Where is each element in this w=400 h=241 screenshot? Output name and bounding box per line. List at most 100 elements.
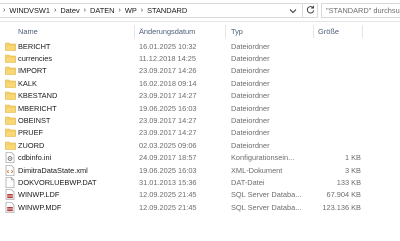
file-name: MBERICHT (18, 103, 57, 113)
file-date: 24.09.2017 18:57 (139, 153, 197, 163)
column-divider[interactable] (362, 25, 363, 38)
file-row[interactable]: WINWP.LDF 12.09.2025 21:45 SQL Server Data… (0, 189, 400, 201)
folder-icon (4, 139, 16, 151)
column-header-date[interactable]: Änderungsdatum (139, 23, 195, 40)
file-date: 11.12.2018 14:25 (139, 54, 196, 64)
file-name: PRUEF (18, 128, 44, 138)
breadcrumb-item-standard[interactable]: STANDARD (147, 6, 187, 15)
file-date: 23.09.2017 14:27 (139, 128, 197, 138)
file-icon (4, 176, 16, 188)
file-name: WINWP.LDF (18, 190, 60, 200)
file-row[interactable]: MBERICHT 19.06.2025 16:03 Dateiordner (0, 102, 400, 114)
file-size (305, 40, 361, 52)
file-name: DOKVORLUEBWP.DAT (18, 177, 97, 187)
file-date: 23.09.2017 14:27 (139, 116, 197, 126)
file-size (305, 127, 361, 139)
column-divider[interactable] (134, 25, 135, 38)
file-date: 19.06.2025 16:03 (139, 165, 197, 175)
file-size: 123.136 KB (322, 202, 361, 212)
file-date: 19.06.2025 16:03 (139, 103, 197, 113)
file-type: Dateiordner (231, 91, 270, 101)
file-row[interactable]: OBEINST 23.09.2017 14:27 Dateiordner (0, 114, 400, 126)
column-header-type[interactable]: Typ (231, 23, 243, 40)
breadcrumb[interactable]: › WINDVSW1 › Datev › DATEN › WP › STANDA… (0, 3, 310, 18)
file-size (305, 114, 361, 126)
column-header-name[interactable]: Name (18, 23, 38, 40)
file-row[interactable]: PRUEF 23.09.2017 14:27 Dateiordner (0, 127, 400, 139)
file-type: XML-Dokument (231, 165, 283, 175)
column-header-size[interactable]: Größe (318, 23, 339, 40)
file-type: Dateiordner (231, 128, 270, 138)
file-name: IMPORT (18, 66, 47, 76)
column-divider[interactable] (313, 25, 314, 38)
file-type: SQL Server Databa... (231, 202, 302, 212)
file-row[interactable]: BERICHT 16.01.2025 10:32 Dateiordner (0, 40, 400, 52)
file-list: BERICHT 16.01.2025 10:32 Dateiordner curren… (0, 40, 400, 213)
file-name: KALK (18, 78, 37, 88)
file-date: 02.03.2025 09:06 (139, 140, 197, 150)
xml-file-icon (4, 164, 16, 176)
database-file-icon (4, 201, 16, 213)
file-type: DAT-Datei (231, 177, 265, 187)
file-size (305, 90, 361, 102)
chevron-right-icon[interactable]: › (137, 7, 147, 14)
database-file-icon (4, 189, 16, 201)
file-name: cdbinfo.ini (18, 153, 52, 163)
file-name: currencies (18, 54, 53, 64)
folder-icon (4, 52, 16, 64)
file-row[interactable]: KALK 16.02.2018 09:14 Dateiordner (0, 77, 400, 89)
file-size: 1 KB (344, 153, 361, 163)
breadcrumb-item-datev[interactable]: Datev (60, 6, 79, 15)
search-placeholder: "STANDARD" durchsu (326, 6, 400, 15)
chevron-right-icon[interactable]: › (50, 7, 60, 14)
file-type: Dateiordner (231, 116, 270, 126)
file-size: 133 KB (336, 177, 361, 187)
chevron-right-icon: › (3, 7, 6, 14)
search-input[interactable]: "STANDARD" durchsu (321, 3, 400, 18)
chevron-right-icon[interactable]: › (80, 7, 90, 14)
file-date: 16.01.2025 10:32 (139, 41, 197, 51)
file-name: DimitraDataState.xml (18, 165, 88, 175)
chevron-right-icon[interactable]: › (115, 7, 125, 14)
file-date: 23.09.2017 14:26 (139, 66, 197, 76)
file-row[interactable]: KBESTAND 23.09.2017 14:27 Dateiordner (0, 90, 400, 102)
file-date: 16.02.2018 09:14 (139, 78, 197, 88)
file-row[interactable]: IMPORT 23.09.2017 14:26 Dateiordner (0, 65, 400, 77)
address-bar: › WINDVSW1 › Datev › DATEN › WP › STANDA… (0, 0, 400, 22)
file-type: SQL Server Databa... (231, 190, 302, 200)
column-divider[interactable] (225, 25, 226, 38)
file-type: Dateiordner (231, 140, 270, 150)
breadcrumb-item-daten[interactable]: DATEN (90, 6, 115, 15)
folder-icon (4, 114, 16, 126)
settings-file-icon (4, 152, 16, 164)
file-row[interactable]: DOKVORLUEBWP.DAT 31.01.2013 15:36 DAT-Date… (0, 176, 400, 188)
folder-icon (4, 40, 16, 52)
file-type: Dateiordner (231, 103, 270, 113)
folder-icon (4, 127, 16, 139)
file-name: KBESTAND (18, 91, 58, 101)
file-row[interactable]: DimitraDataState.xml 19.06.2025 16:03 XML-… (0, 164, 400, 176)
file-date: 31.01.2013 15:36 (139, 177, 197, 187)
file-name: WINWP.MDF (18, 202, 62, 212)
file-size: 67.904 KB (326, 190, 361, 200)
file-row[interactable]: WINWP.MDF 12.09.2025 21:45 SQL Server Data… (0, 201, 400, 213)
breadcrumb-item-windvsw1[interactable]: WINDVSW1 (9, 6, 50, 15)
file-row[interactable]: cdbinfo.ini 24.09.2017 18:57 Konfiguration… (0, 152, 400, 164)
file-row[interactable]: ZUORD 02.03.2025 09:06 Dateiordner (0, 139, 400, 151)
file-type: Dateiordner (231, 66, 270, 76)
file-size (305, 65, 361, 77)
file-type: Konfigurationsein... (231, 153, 295, 163)
chevron-down-icon[interactable] (289, 8, 299, 14)
folder-icon (4, 90, 16, 102)
file-type: Dateiordner (231, 78, 270, 88)
file-size: 3 KB (344, 165, 361, 175)
folder-icon (4, 77, 16, 89)
breadcrumb-item-wp[interactable]: WP (125, 6, 137, 15)
folder-icon (4, 102, 16, 114)
file-date: 23.09.2017 14:27 (139, 91, 197, 101)
file-name: ZUORD (18, 140, 45, 150)
refresh-button[interactable] (302, 3, 318, 18)
file-row[interactable]: currencies 11.12.2018 14:25 Dateiordner (0, 52, 400, 64)
file-size (305, 77, 361, 89)
column-header: Name Änderungsdatum Typ Größe (0, 23, 400, 40)
